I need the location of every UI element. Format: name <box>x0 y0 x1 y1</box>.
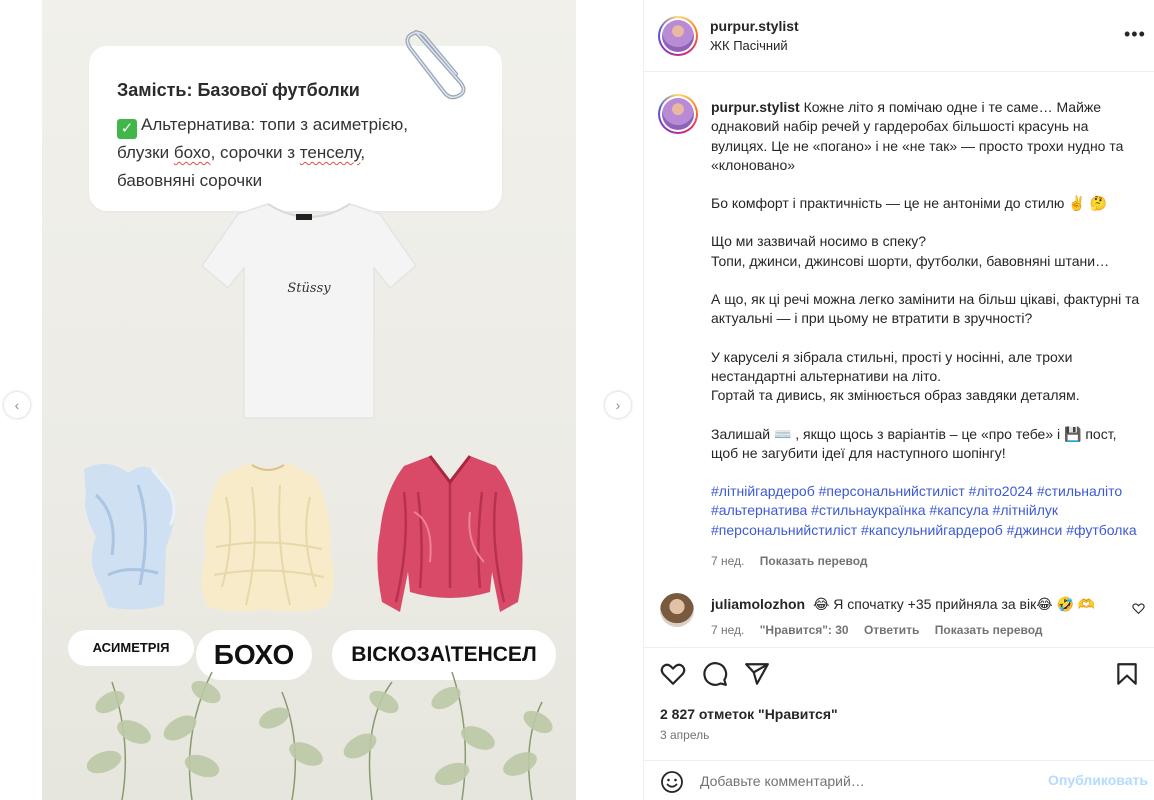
plants-decoration <box>86 671 553 800</box>
pink-viscose-blouse-image <box>377 455 523 612</box>
comment-reply-button[interactable]: Ответить <box>864 623 919 637</box>
comment-input[interactable] <box>700 769 1030 793</box>
asymmetric-top-image <box>84 463 176 610</box>
comment-time[interactable]: 7 нед. <box>711 623 744 637</box>
likes-count[interactable]: 2 827 отметок "Нравится" <box>660 706 838 722</box>
caption-text: purpur.stylist Кожне літо я помічаю одне… <box>711 98 1141 540</box>
more-options-icon[interactable]: ••• <box>1124 25 1146 43</box>
caption-author-avatar[interactable] <box>658 94 698 134</box>
comment-like-heart-icon[interactable] <box>1132 602 1145 615</box>
comment-meta: 7 нед. "Нравится": 30 Ответить Показать … <box>711 623 1055 637</box>
hashtags[interactable]: #літнійгардероб #персональнийстиліст #лі… <box>711 482 1141 540</box>
paperclip-icon <box>405 30 466 100</box>
comment-translate-link[interactable]: Показать перевод <box>935 623 1043 637</box>
add-comment-bar: Опубликовать <box>644 760 1154 800</box>
comment: juliamolozhon 😂 Я спочатку +35 прийняла … <box>711 596 1095 613</box>
boho-blouse-image <box>201 463 335 612</box>
card-body: ✓ Альтернатива: топи з асиметрією, блузки… <box>117 115 408 190</box>
post-location[interactable]: ЖК Пасічний <box>710 38 788 53</box>
comment-likes[interactable]: "Нравится": 30 <box>760 623 849 637</box>
caption-time[interactable]: 7 нед. <box>711 554 744 568</box>
comment-text: 😂 Я спочатку +35 прийняла за вік😂 🤣 🫶 <box>813 596 1096 612</box>
caption-translate-link[interactable]: Показать перевод <box>760 554 868 568</box>
author-avatar[interactable] <box>658 16 698 56</box>
label-asymmetry: АСИМЕТРІЯ <box>68 630 194 666</box>
emoji-icon[interactable] <box>660 770 684 794</box>
carousel-next-button[interactable]: › <box>605 392 631 418</box>
caption-username[interactable]: purpur.stylist <box>711 99 800 115</box>
comment-bubble-icon[interactable] <box>702 661 728 687</box>
check-mark-icon: ✓ <box>117 119 137 139</box>
commenter-username[interactable]: juliamolozhon <box>711 596 805 612</box>
comments-section: purpur.stylist Кожне літо я помічаю одне… <box>644 72 1154 647</box>
carousel-prev-button[interactable]: ‹ <box>4 392 30 418</box>
save-bookmark-icon[interactable] <box>1114 661 1140 687</box>
caption-meta: 7 нед. Показать перевод <box>711 554 880 568</box>
post-date[interactable]: 3 апрель <box>660 728 709 742</box>
tshirt-image: Stüssy <box>200 203 418 419</box>
tshirt-logo: Stüssy <box>287 281 331 296</box>
post-media: Замість: Базової футболки ✓ Альтернатива:… <box>0 0 643 800</box>
post-header: purpur.stylist ЖК Пасічний ••• <box>644 0 1154 72</box>
author-username[interactable]: purpur.stylist <box>710 18 799 34</box>
commenter-avatar[interactable] <box>660 593 694 627</box>
like-heart-icon[interactable] <box>660 661 686 687</box>
share-send-icon[interactable] <box>744 661 770 687</box>
post-actions: 2 827 отметок "Нравится" 3 апрель <box>644 647 1154 753</box>
publish-button[interactable]: Опубликовать <box>1048 772 1148 788</box>
post-sidebar: purpur.stylist ЖК Пасічний ••• purpur.st… <box>643 0 1154 800</box>
post-dialog: Замість: Базової футболки ✓ Альтернатива:… <box>0 0 1154 800</box>
